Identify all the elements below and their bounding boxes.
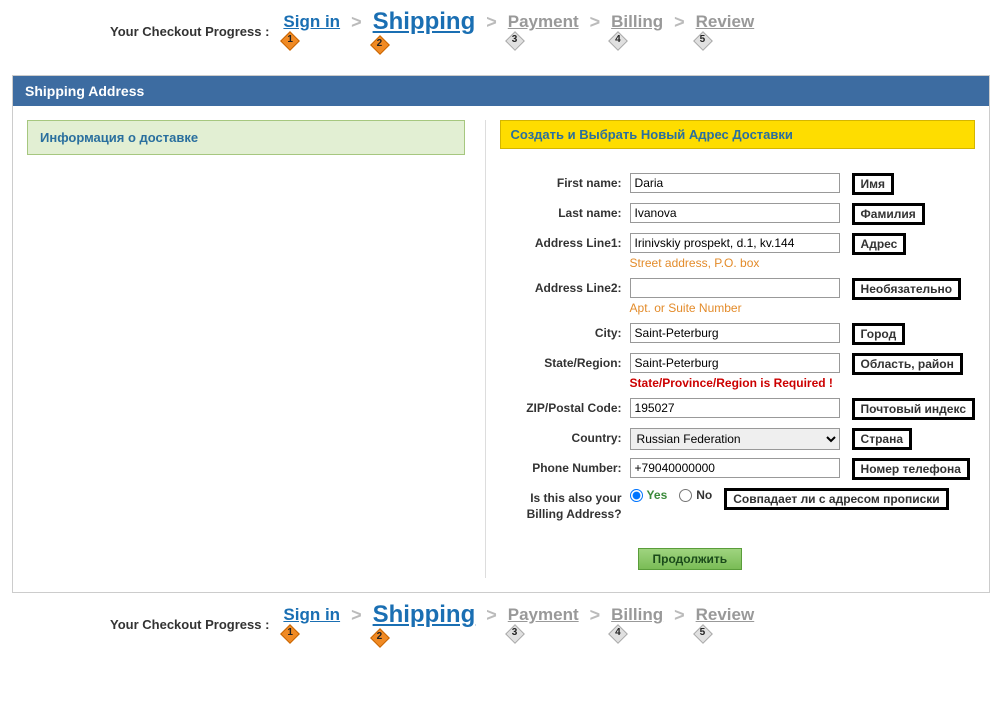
- address2-annotation: Необязательно: [852, 278, 962, 300]
- step-payment[interactable]: Payment 3: [508, 12, 579, 51]
- phone-label: Phone Number:: [500, 458, 630, 475]
- state-input[interactable]: [630, 353, 840, 373]
- step-signin[interactable]: Sign in 1: [283, 12, 340, 51]
- last-name-input[interactable]: [630, 203, 840, 223]
- billing-yes-label: Yes: [647, 488, 668, 502]
- state-label: State/Region:: [500, 353, 630, 370]
- address1-label: Address Line1:: [500, 233, 630, 250]
- create-address-header: Создать и Выбрать Новый Адрес Доставки: [500, 120, 975, 149]
- step-shipping-b[interactable]: Shipping 2: [373, 601, 476, 648]
- chevron-right-icon: >: [486, 8, 497, 33]
- step-review-b[interactable]: Review 5: [696, 605, 755, 644]
- step-payment-b[interactable]: Payment 3: [508, 605, 579, 644]
- chevron-right-icon: >: [590, 601, 601, 626]
- address1-annotation: Адрес: [852, 233, 907, 255]
- last-name-annotation: Фамилия: [852, 203, 925, 225]
- phone-input[interactable]: [630, 458, 840, 478]
- country-annotation: Страна: [852, 428, 912, 450]
- address2-label: Address Line2:: [500, 278, 630, 295]
- first-name-input[interactable]: [630, 173, 840, 193]
- billing-no-label: No: [696, 488, 712, 502]
- checkout-progress-bottom: Your Checkout Progress : Sign in 1 > Shi…: [0, 593, 1002, 668]
- chevron-right-icon: >: [590, 8, 601, 33]
- city-annotation: Город: [852, 323, 906, 345]
- chevron-right-icon: >: [674, 8, 685, 33]
- panel-title: Shipping Address: [13, 76, 989, 106]
- country-select[interactable]: Russian Federation: [630, 428, 840, 450]
- zip-label: ZIP/Postal Code:: [500, 398, 630, 415]
- continue-button[interactable]: Продолжить: [638, 548, 743, 570]
- phone-annotation: Номер телефона: [852, 458, 970, 480]
- billing-label: Is this also your Billing Address?: [500, 488, 630, 522]
- step-review[interactable]: Review 5: [696, 12, 755, 51]
- checkout-progress-top: Your Checkout Progress : Sign in 1 > Shi…: [0, 0, 1002, 75]
- state-error: State/Province/Region is Required !: [630, 376, 840, 390]
- step-billing[interactable]: Billing 4: [611, 12, 663, 51]
- progress-label: Your Checkout Progress :: [110, 24, 269, 39]
- address2-hint: Apt. or Suite Number: [630, 301, 840, 315]
- chevron-right-icon: >: [486, 601, 497, 626]
- chevron-right-icon: >: [351, 8, 362, 33]
- chevron-right-icon: >: [351, 601, 362, 626]
- country-label: Country:: [500, 428, 630, 445]
- zip-input[interactable]: [630, 398, 840, 418]
- address2-input[interactable]: [630, 278, 840, 298]
- address1-hint: Street address, P.O. box: [630, 256, 840, 270]
- shipping-info-box: Информация о доставке: [27, 120, 465, 155]
- state-annotation: Область, район: [852, 353, 963, 375]
- city-input[interactable]: [630, 323, 840, 343]
- billing-annotation: Совпадает ли с адресом прописки: [724, 488, 948, 510]
- step-billing-b[interactable]: Billing 4: [611, 605, 663, 644]
- step-shipping[interactable]: Shipping 2: [373, 8, 476, 55]
- billing-yes-radio[interactable]: [630, 489, 643, 502]
- last-name-label: Last name:: [500, 203, 630, 220]
- address1-input[interactable]: [630, 233, 840, 253]
- step-signin-b[interactable]: Sign in 1: [283, 605, 340, 644]
- first-name-label: First name:: [500, 173, 630, 190]
- progress-label-bottom: Your Checkout Progress :: [110, 617, 269, 632]
- shipping-panel: Shipping Address Информация о доставке С…: [12, 75, 990, 593]
- first-name-annotation: Имя: [852, 173, 895, 195]
- chevron-right-icon: >: [674, 601, 685, 626]
- city-label: City:: [500, 323, 630, 340]
- billing-no-radio[interactable]: [679, 489, 692, 502]
- zip-annotation: Почтовый индекс: [852, 398, 975, 420]
